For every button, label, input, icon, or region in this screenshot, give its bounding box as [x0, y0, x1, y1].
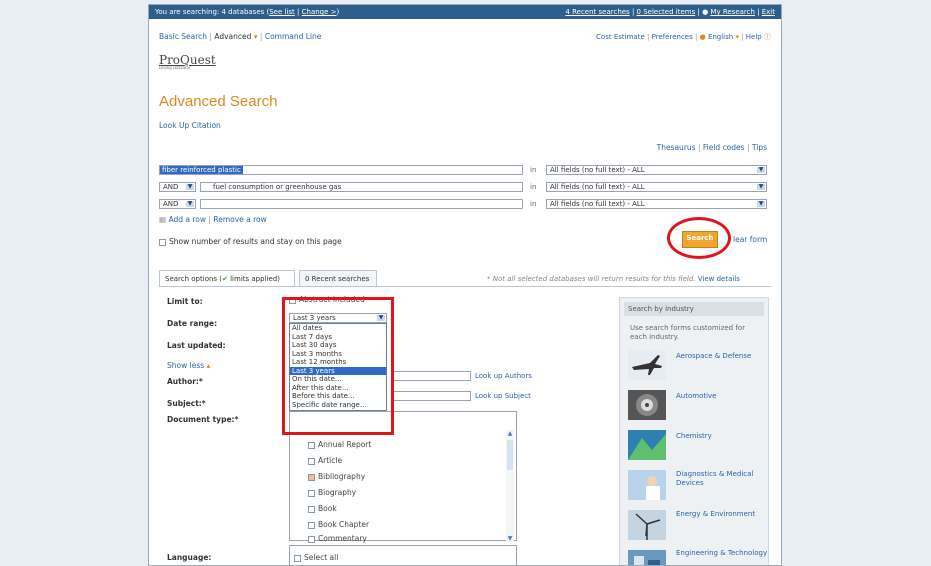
date-range-label: Date range: — [167, 319, 218, 328]
subject-input[interactable] — [393, 391, 471, 401]
doc-type-item[interactable]: Biography — [308, 488, 356, 497]
show-less-link[interactable]: Show less ▴ — [167, 361, 210, 370]
engineering-icon[interactable] — [628, 550, 666, 565]
top-links: 4 Recent searches | 0 Selected items | ●… — [565, 8, 775, 16]
chevron-down-icon: ▼ — [186, 183, 194, 190]
doc-type-item[interactable]: Bibliography — [308, 472, 365, 481]
industry-diagnostics[interactable]: Diagnostics & Medical Devices — [676, 470, 768, 488]
search-term-input-1[interactable]: fiber reinforced plastic — [159, 165, 523, 175]
chevron-down-icon: ▼ — [186, 200, 194, 207]
databases-note: * Not all selected databases will return… — [487, 275, 740, 283]
lookup-authors-link[interactable]: Look up Authors — [475, 372, 532, 380]
clear-form-link[interactable]: lear form — [733, 235, 767, 244]
globe-icon: ● — [699, 33, 706, 41]
thesaurus-link[interactable]: Thesaurus — [657, 143, 696, 152]
cost-estimate-link[interactable]: Cost Estimate — [596, 33, 645, 41]
chevron-up-icon: ▴ — [204, 361, 211, 370]
operator-select-2[interactable]: AND ▼ — [159, 182, 196, 192]
top-bar: You are searching: 4 databases (See list… — [149, 5, 781, 19]
search-term-input-2[interactable]: fuel consumption or greenhouse gas — [200, 182, 523, 192]
doc-type-item[interactable]: Book Chapter — [308, 520, 369, 529]
view-details-link[interactable]: View details — [698, 275, 740, 283]
select-all-option[interactable]: Select all — [294, 553, 338, 562]
highlight-box — [282, 297, 394, 435]
show-results-checkbox[interactable] — [159, 238, 166, 246]
basic-search-link[interactable]: Basic Search — [159, 32, 207, 41]
lookup-citation-link[interactable]: Look Up Citation — [159, 121, 221, 130]
chevron-down-icon: ▾ — [251, 32, 258, 41]
my-research-icon: ● — [702, 8, 709, 16]
tab-recent-searches[interactable]: 0 Recent searches — [299, 270, 377, 286]
chevron-down-icon: ▼ — [757, 200, 765, 207]
tips-link[interactable]: Tips — [752, 143, 767, 152]
tab-search-options[interactable]: Search options (✔ limits applied) — [159, 270, 295, 286]
doc-type-item[interactable]: Commentary — [308, 534, 367, 543]
my-research-link[interactable]: My Research — [710, 8, 755, 16]
operator-select-3[interactable]: AND ▼ — [159, 199, 196, 209]
searching-info: You are searching: 4 databases (See list… — [155, 8, 340, 16]
lookup-subject-link[interactable]: Look up Subject — [475, 392, 531, 400]
doc-type-scrollbar[interactable]: ▲ ▼ — [506, 430, 514, 542]
search-term-input-3[interactable] — [200, 199, 523, 209]
author-input[interactable] — [393, 371, 471, 381]
industry-engineering[interactable]: Engineering & Technology — [676, 549, 767, 558]
scroll-thumb[interactable] — [507, 440, 513, 470]
browser-page: You are searching: 4 databases (See list… — [148, 4, 782, 566]
search-tools: Thesaurus | Field codes | Tips — [656, 143, 767, 152]
highlight-ellipse — [667, 217, 731, 259]
language-list[interactable]: Select all — [289, 545, 517, 565]
chevron-down-icon: ▼ — [757, 166, 765, 173]
chevron-down-icon: ▾ — [733, 33, 739, 41]
preferences-link[interactable]: Preferences — [652, 33, 693, 41]
industry-sidebar: Search by industry Use search forms cust… — [619, 297, 769, 565]
command-line-link[interactable]: Command Line — [265, 32, 322, 41]
proquest-logo[interactable]: ProQuest Dialog DataStar — [159, 53, 216, 79]
add-icon: ▦ — [159, 215, 167, 224]
page-title: Advanced Search — [159, 93, 278, 110]
advanced-search-link[interactable]: Advanced — [214, 32, 251, 41]
utility-nav: Cost Estimate | Preferences | ● English … — [596, 33, 771, 41]
selected-items-link[interactable]: 0 Selected items — [637, 8, 696, 16]
doc-type-item[interactable]: Article — [308, 456, 342, 465]
energy-icon[interactable] — [628, 510, 666, 540]
language-label: Language: — [167, 553, 212, 562]
field-select-3[interactable]: All fields (no full text) - ALL ▼ — [546, 199, 767, 209]
author-label: Author:* — [167, 377, 203, 386]
industry-chemistry[interactable]: Chemistry — [676, 432, 712, 440]
last-updated-label: Last updated: — [167, 341, 226, 350]
scroll-down-icon[interactable]: ▼ — [506, 535, 514, 542]
document-type-label: Document type:* — [167, 415, 239, 424]
subject-label: Subject:* — [167, 399, 206, 408]
sidebar-header: Search by industry — [624, 302, 764, 316]
recent-searches-link[interactable]: 4 Recent searches — [565, 8, 629, 16]
scroll-up-icon[interactable]: ▲ — [506, 430, 514, 437]
show-results-option[interactable]: Show number of results and stay on this … — [159, 237, 342, 246]
aerospace-icon[interactable] — [628, 350, 666, 380]
tab-divider — [159, 286, 771, 287]
doc-type-item[interactable]: Annual Report — [308, 440, 371, 449]
industry-automotive[interactable]: Automotive — [676, 392, 717, 400]
field-select-1[interactable]: All fields (no full text) - ALL ▼ — [546, 165, 767, 175]
row-controls: ▦ Add a row | Remove a row — [159, 215, 267, 224]
help-icon: ⓘ — [764, 33, 771, 41]
limit-to-label: Limit to: — [167, 297, 203, 306]
industry-energy[interactable]: Energy & Environment — [676, 510, 755, 519]
add-row-link[interactable]: Add a row — [168, 215, 206, 224]
field-codes-link[interactable]: Field codes — [703, 143, 745, 152]
search-mode-nav: Basic Search | Advanced ▾ | Command Line — [159, 32, 322, 41]
industry-aerospace[interactable]: Aerospace & Defense — [676, 352, 751, 360]
doc-type-item[interactable]: Book — [308, 504, 337, 513]
sidebar-desc: Use search forms customized for each ind… — [630, 324, 745, 341]
language-selector[interactable]: English — [708, 33, 733, 41]
field-select-2[interactable]: All fields (no full text) - ALL ▼ — [546, 182, 767, 192]
see-list-link[interactable]: See list — [269, 8, 295, 16]
exit-link[interactable]: Exit — [762, 8, 775, 16]
medical-devices-icon[interactable] — [628, 470, 666, 500]
remove-row-link[interactable]: Remove a row — [213, 215, 266, 224]
chemistry-icon[interactable] — [628, 430, 666, 460]
help-link[interactable]: Help — [746, 33, 762, 41]
chevron-down-icon: ▼ — [757, 183, 765, 190]
automotive-icon[interactable] — [628, 390, 666, 420]
change-link[interactable]: Change > — [302, 8, 337, 16]
